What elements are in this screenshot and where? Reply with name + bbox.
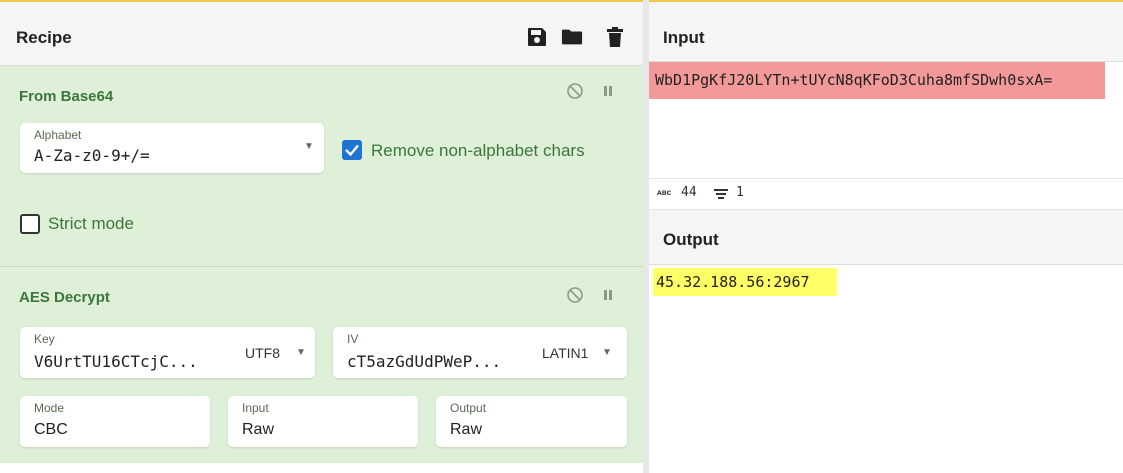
operation-aes-decrypt: AES Decrypt Key V6UrtTU16CTcjC... UTF8 ▼… — [0, 267, 643, 463]
remove-nonalpha-checkbox[interactable] — [342, 140, 362, 160]
output-header: Output — [649, 210, 1123, 265]
alphabet-select[interactable]: Alphabet A-Za-z0-9+/= ▼ — [20, 123, 324, 173]
strict-mode-checkbox[interactable] — [20, 214, 40, 234]
recipe-title: Recipe — [16, 28, 72, 47]
output-title: Output — [663, 230, 719, 249]
recipe-panel: Recipe From Base64 Alphabet A-Za-z0-9+/=… — [0, 0, 643, 473]
folder-icon[interactable] — [561, 26, 583, 48]
from-base64-title: From Base64 — [19, 88, 114, 105]
line-count: 1 — [736, 185, 744, 200]
output-format-label: Output — [450, 401, 487, 415]
chevron-down-icon: ▼ — [304, 141, 314, 152]
output-format-value: Raw — [450, 421, 483, 438]
mode-value: CBC — [34, 421, 68, 438]
iv-encoding-select[interactable]: LATIN1 — [542, 345, 588, 361]
key-input[interactable]: Key V6UrtTU16CTcjC... UTF8 ▼ — [20, 327, 315, 378]
key-encoding-select[interactable]: UTF8 — [245, 345, 280, 361]
chevron-down-icon: ▼ — [296, 347, 306, 358]
remove-nonalpha-label: Remove non-alphabet chars — [371, 141, 585, 160]
aes-decrypt-title: AES Decrypt — [19, 289, 110, 306]
input-format-value: Raw — [242, 421, 275, 438]
recipe-header: Recipe — [0, 0, 643, 66]
char-count: 44 — [681, 185, 697, 200]
mode-select[interactable]: Mode CBC — [20, 396, 210, 447]
output-pane: Output 45.32.188.56:2967 — [649, 210, 1123, 473]
chevron-down-icon: ▼ — [602, 347, 612, 358]
input-title: Input — [663, 28, 705, 47]
disable-operation-icon[interactable] — [565, 81, 585, 101]
input-status-bar: ᴀʙᴄ 44 1 — [649, 178, 1123, 210]
key-label: Key — [34, 332, 55, 346]
input-format-label: Input — [242, 401, 269, 415]
pause-operation-icon[interactable] — [598, 81, 618, 101]
iv-label: IV — [347, 332, 359, 346]
checkmark-icon — [345, 144, 359, 157]
iv-input[interactable]: IV cT5azGdUdPWeP... LATIN1 ▼ — [333, 327, 627, 378]
mode-label: Mode — [34, 401, 65, 415]
line-count-icon — [714, 189, 728, 199]
disable-operation-icon[interactable] — [565, 285, 585, 305]
char-count-icon: ᴀʙᴄ — [657, 188, 672, 197]
input-format-select[interactable]: Input Raw — [228, 396, 418, 447]
save-icon[interactable] — [526, 26, 548, 48]
strict-mode-label: Strict mode — [48, 214, 134, 233]
operation-from-base64: From Base64 Alphabet A-Za-z0-9+/= ▼ Remo… — [0, 66, 643, 267]
alphabet-value: A-Za-z0-9+/= — [34, 146, 150, 165]
input-textarea[interactable]: WbD1PgKfJ20LYTn+tUYcN8qKFoD3Cuha8mfSDwh0… — [649, 62, 1105, 99]
output-format-select[interactable]: Output Raw — [436, 396, 627, 447]
trash-icon[interactable] — [604, 26, 626, 48]
key-value: V6UrtTU16CTcjC... — [34, 352, 198, 371]
input-header: Input — [649, 0, 1123, 62]
pause-operation-icon[interactable] — [598, 285, 618, 305]
output-textarea[interactable]: 45.32.188.56:2967 — [653, 268, 837, 296]
alphabet-label: Alphabet — [34, 128, 82, 142]
input-pane: Input WbD1PgKfJ20LYTn+tUYcN8qKFoD3Cuha8m… — [649, 0, 1123, 210]
iv-value: cT5azGdUdPWeP... — [347, 352, 502, 371]
